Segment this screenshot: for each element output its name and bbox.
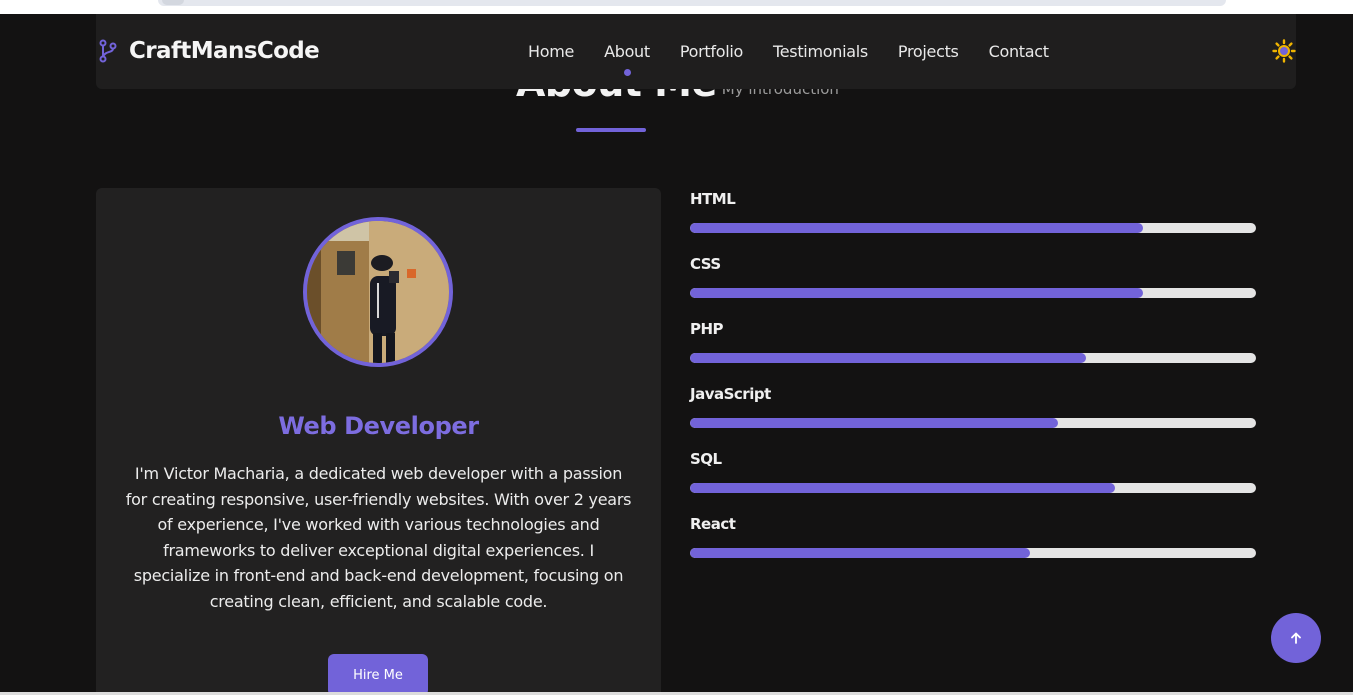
hire-me-button[interactable]: Hire Me — [328, 654, 428, 695]
skill-progress-track — [690, 483, 1256, 493]
section-underline — [576, 128, 646, 132]
skill-progress-fill — [690, 223, 1143, 233]
role-title: Web Developer — [278, 412, 479, 440]
skill-progress-fill — [690, 548, 1030, 558]
skill-item: PHP — [690, 320, 1256, 385]
skill-name: PHP — [690, 320, 724, 338]
skill-progress-fill — [690, 353, 1087, 363]
address-bar-icon — [162, 0, 184, 5]
scroll-to-top-button[interactable] — [1271, 613, 1321, 663]
browser-top-strip — [0, 0, 1353, 14]
nav-link-about[interactable]: About — [604, 42, 650, 76]
skill-item: React — [690, 515, 1256, 580]
skill-progress-track — [690, 418, 1256, 428]
skill-item: JavaScript — [690, 385, 1256, 450]
skill-progress-fill — [690, 418, 1058, 428]
skill-name: React — [690, 515, 736, 533]
nav-link-contact[interactable]: Contact — [989, 42, 1049, 61]
sun-icon[interactable] — [1272, 39, 1296, 63]
skill-progress-track — [690, 353, 1256, 363]
skills-list: HTML CSS PHP JavaScript SQL React — [690, 190, 1256, 580]
arrow-up-icon — [1291, 632, 1301, 644]
nav-link-portfolio[interactable]: Portfolio — [680, 42, 743, 61]
skill-name: CSS — [690, 255, 721, 273]
address-bar[interactable] — [158, 0, 1226, 6]
skill-item: SQL — [690, 450, 1256, 515]
brand-name: CraftMansCode — [129, 38, 320, 64]
skill-progress-track — [690, 288, 1256, 298]
nav-links: Home About Portfolio Testimonials Projec… — [528, 42, 1079, 76]
profile-photo — [307, 221, 449, 363]
skill-progress-fill — [690, 288, 1143, 298]
skill-progress-track — [690, 223, 1256, 233]
about-bio: I'm Victor Macharia, a dedicated web dev… — [125, 464, 632, 611]
navbar: CraftMansCode Home About Portfolio Testi… — [96, 14, 1296, 89]
brand-logo-link[interactable]: CraftMansCode — [96, 38, 320, 64]
nav-link-testimonials[interactable]: Testimonials — [773, 42, 868, 61]
about-card: Web Developer I'm Victor Macharia, a ded… — [96, 188, 661, 695]
git-branch-icon — [99, 39, 117, 63]
skill-progress-track — [690, 548, 1256, 558]
skill-name: SQL — [690, 450, 722, 468]
skill-item: HTML — [690, 190, 1256, 255]
skill-name: HTML — [690, 190, 736, 208]
nav-link-home[interactable]: Home — [528, 42, 574, 61]
skill-item: CSS — [690, 255, 1256, 320]
nav-link-projects[interactable]: Projects — [898, 42, 959, 61]
skill-progress-fill — [690, 483, 1115, 493]
skill-name: JavaScript — [690, 385, 771, 403]
profile-avatar — [303, 217, 453, 367]
